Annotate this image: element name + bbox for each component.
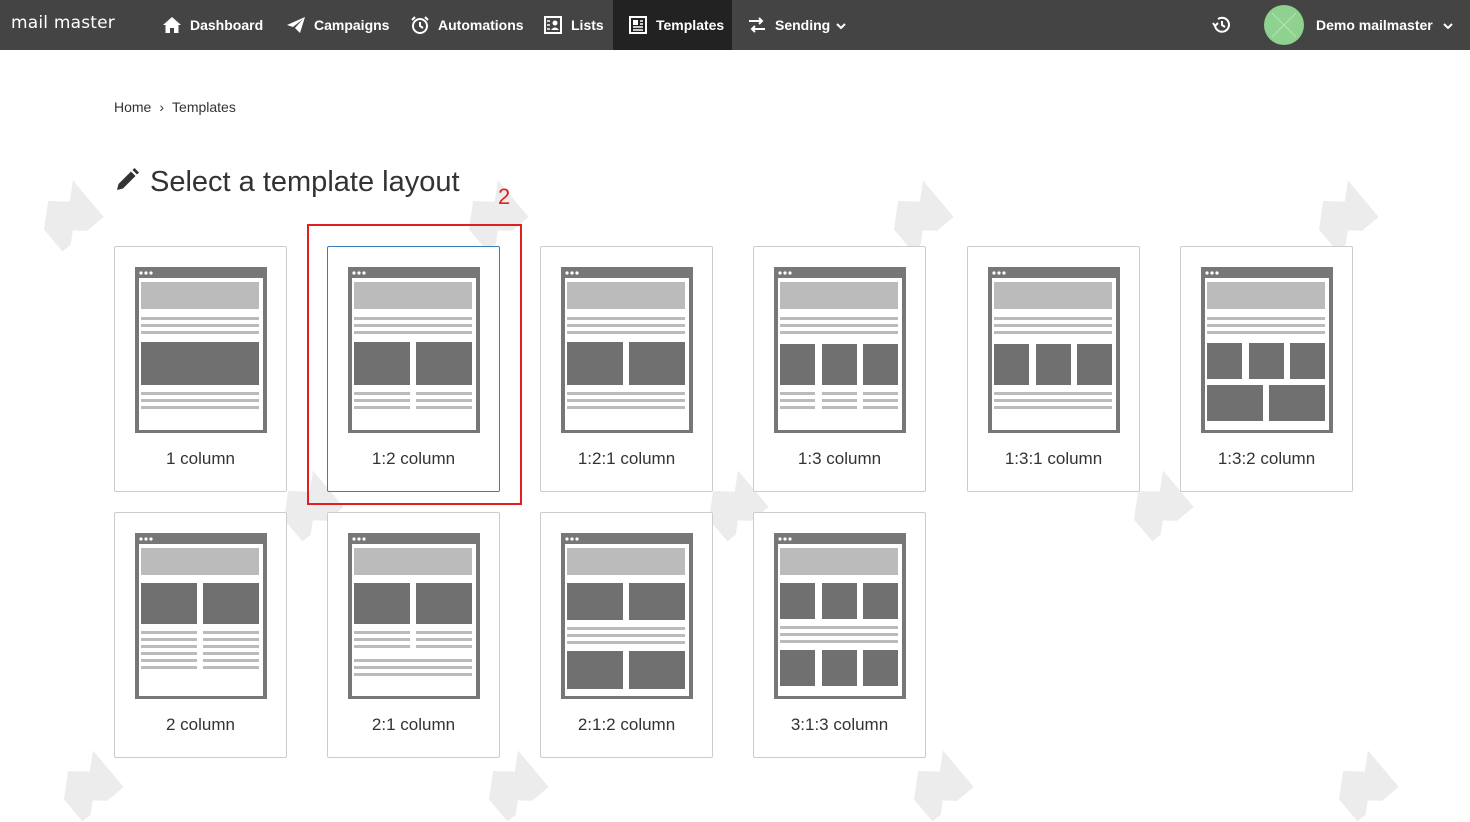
template-label: 2:1:2 column — [577, 715, 676, 734]
nav-templates[interactable]: Templates — [613, 0, 732, 50]
brand-logo[interactable]: mail master — [11, 13, 115, 33]
user-menu[interactable]: Demo mailmaster — [1316, 0, 1453, 50]
nav-sending[interactable]: Sending — [747, 0, 846, 50]
template-card-1-2-column[interactable]: 1:2 column — [327, 246, 500, 492]
chevron-down-icon — [836, 17, 846, 33]
breadcrumb-separator: › — [159, 99, 165, 115]
template-card-1-2-1-column[interactable]: 1:2:1 column — [540, 246, 713, 492]
chevron-down-icon — [1443, 17, 1453, 33]
watermark-logo — [457, 176, 534, 251]
pencil-icon — [114, 167, 140, 198]
nav-dashboard-label: Dashboard — [190, 17, 264, 33]
nav-campaigns[interactable]: Campaigns — [286, 0, 389, 50]
watermark-logo — [1327, 746, 1404, 821]
breadcrumb: Home › Templates — [114, 99, 236, 115]
nav-automations[interactable]: Automations — [410, 0, 524, 50]
template-card-2-1-2-column[interactable]: 2:1:2 column — [540, 512, 713, 758]
template-card-1-3-1-column[interactable]: 1:3:1 column — [967, 246, 1140, 492]
layout-thumbnail-1-3-column — [774, 267, 906, 433]
nav-dashboard[interactable]: Dashboard — [162, 0, 263, 50]
template-card-2-column[interactable]: 2 column — [114, 512, 287, 758]
nav-lists[interactable]: Lists — [543, 0, 604, 50]
watermark-logo — [1307, 176, 1384, 251]
layout-thumbnail-2-1-2-column — [561, 533, 693, 699]
template-label: 1:2 column — [371, 449, 456, 468]
paper-plane-icon — [286, 15, 306, 35]
template-card-3-1-3-column[interactable]: 3:1:3 column — [753, 512, 926, 758]
template-label: 1:3 column — [797, 449, 882, 468]
home-icon — [162, 15, 182, 35]
history-icon[interactable] — [1210, 14, 1232, 36]
watermark-logo — [32, 176, 109, 251]
layout-thumbnail-2-column — [135, 533, 267, 699]
template-label: 2 column — [166, 715, 235, 734]
breadcrumb-current: Templates — [172, 99, 236, 115]
template-card-1-3-2-column[interactable]: 1:3:2 column — [1180, 246, 1353, 492]
template-card-1-column[interactable]: 1 column — [114, 246, 287, 492]
template-card-1-3-column[interactable]: 1:3 column — [753, 246, 926, 492]
layout-thumbnail-2-1-column — [348, 533, 480, 699]
layout-thumbnail-1-3-2-column — [1201, 267, 1333, 433]
template-label: 1 column — [166, 449, 235, 468]
nav-templates-label: Templates — [656, 17, 725, 33]
nav-automations-label: Automations — [438, 17, 524, 33]
layout-thumbnail-1-2-1-column — [561, 267, 693, 433]
nav-campaigns-label: Campaigns — [314, 17, 390, 33]
alarm-clock-icon — [410, 15, 430, 35]
layout-thumbnail-1-column — [135, 267, 267, 433]
annotation-step-number: 2 — [498, 184, 511, 209]
watermark-logo — [882, 176, 959, 251]
page-heading: Select a template layout — [114, 166, 460, 199]
layout-thumbnail-3-1-3-column — [774, 533, 906, 699]
template-label: 2:1 column — [371, 715, 456, 734]
avatar[interactable] — [1264, 5, 1304, 45]
template-label: 1:3:1 column — [1004, 449, 1103, 468]
layout-thumbnail-1-3-1-column — [988, 267, 1120, 433]
template-card-2-1-column[interactable]: 2:1 column — [327, 512, 500, 758]
template-label: 1:2:1 column — [577, 449, 676, 468]
nav-lists-label: Lists — [571, 17, 604, 33]
newspaper-icon — [628, 15, 648, 35]
swap-arrows-icon — [747, 15, 767, 35]
contacts-icon — [543, 15, 563, 35]
user-name: Demo mailmaster — [1316, 17, 1433, 33]
page-title: Select a template layout — [150, 166, 460, 198]
layout-thumbnail-1-2-column — [348, 267, 480, 433]
template-label: 3:1:3 column — [790, 715, 889, 734]
breadcrumb-home[interactable]: Home — [114, 99, 151, 115]
top-navbar: mail master Dashboard Campaigns Automati… — [0, 0, 1470, 50]
nav-sending-label: Sending — [775, 17, 831, 33]
template-label: 1:3:2 column — [1217, 449, 1316, 468]
